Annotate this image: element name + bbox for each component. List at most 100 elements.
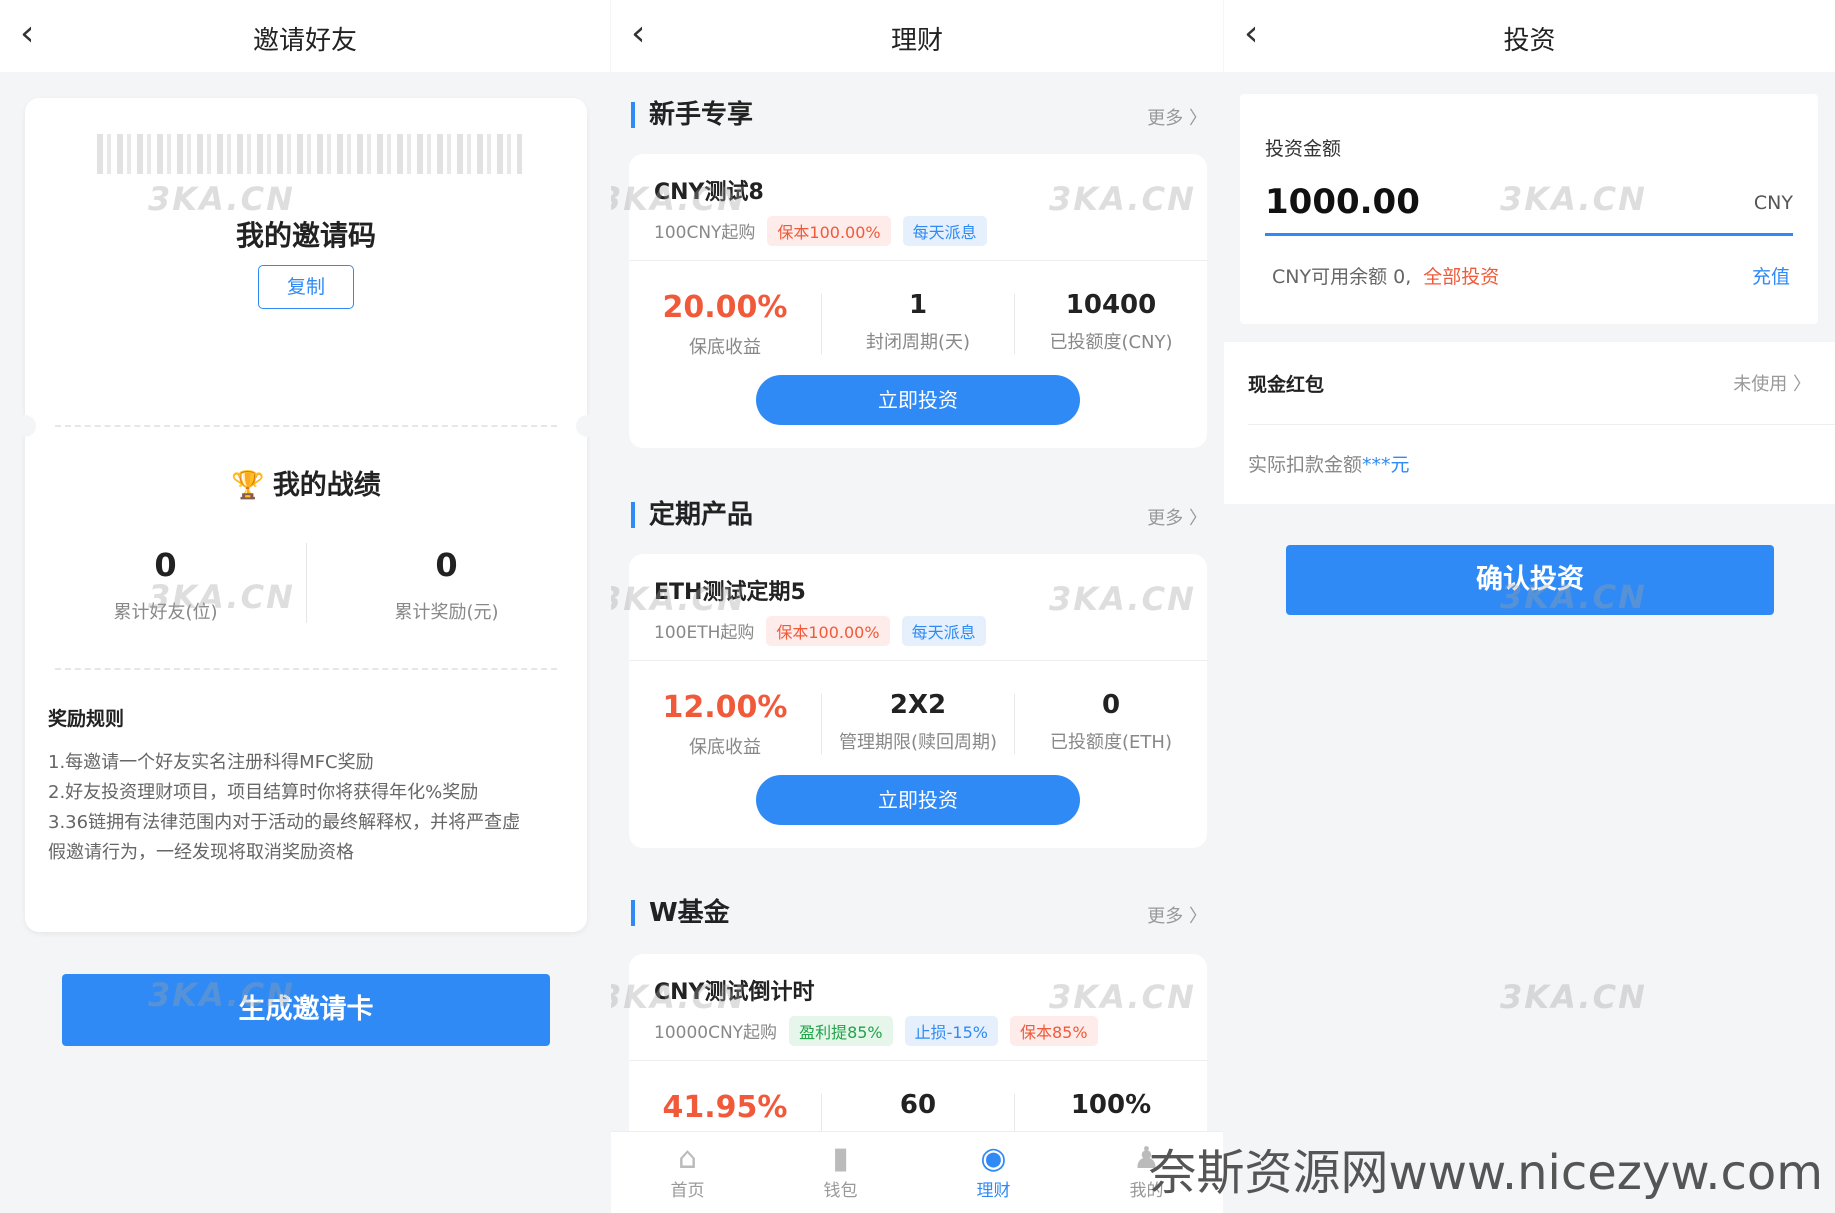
watermark: 3KA.CN (1500, 180, 1647, 218)
tag-badge: 保本100.00% (767, 216, 891, 246)
stat-label: 已投额度(CNY) (1049, 332, 1173, 353)
wallet-icon: ▮ (832, 1141, 849, 1176)
invite-card: 我的邀请码 复制 🏆 我的战绩 0 累计好友(位) 0 累计奖励(元) 奖励规则 … (14, 98, 598, 932)
rules-title: 奖励规则 (48, 708, 125, 730)
amount-label: 投资金额 (1265, 138, 1342, 160)
stat-label: 保底收益 (689, 737, 761, 758)
stat-value: 20.00% (662, 290, 788, 325)
watermark: 3KA.CN (611, 978, 746, 1016)
product-meta: 100CNY起购 保本100.00% 每天派息 (654, 216, 987, 246)
watermark: 3KA.CN (611, 580, 746, 618)
stat-value: 60 (899, 1090, 937, 1120)
finance-panel: ‹ 理财 新手专享 更多 〉 CNY测试8 100CNY起购 保本100.00% 每… (611, 0, 1223, 1213)
watermark: 3KA.CN (1049, 580, 1196, 618)
product-stat: 1 封闭周期(天) (822, 290, 1014, 354)
bottom-tab-bar: ⌂ 首页 ▮ 钱包 ◉ 理财 ♟ 我的 (611, 1131, 1223, 1213)
balance-row: CNY可用余额 0, 全部投资 (1272, 262, 1499, 289)
stat-label: 管理期限(赎回周期) (838, 732, 998, 753)
invite-panel: ‹ 邀请好友 我的邀请码 复制 🏆 我的战绩 0 累计好友(位) 0 累计奖励(元… (0, 0, 610, 1213)
product-meta: 10000CNY起购 盈利提85% 止损-15% 保本85% (654, 1016, 1098, 1046)
home-icon: ⌂ (677, 1141, 698, 1176)
card-notch-left (14, 415, 36, 437)
reward-label: 累计奖励(元) (394, 602, 499, 623)
tag-badge: 保本100.00% (766, 616, 890, 646)
invest-now-button[interactable]: 立即投资 (756, 775, 1080, 825)
tab-wallet[interactable]: ▮ 钱包 (764, 1141, 917, 1202)
product-min: 100CNY起购 (654, 223, 756, 243)
divider (55, 668, 557, 670)
stat-label: 封闭周期(天) (865, 332, 971, 353)
rule-item: 2.好友投资理财项目，项目结算时你将获得年化%奖励 (48, 782, 479, 803)
tag-badge: 保本85% (1009, 1016, 1098, 1046)
tag-badge: 每天派息 (901, 616, 986, 646)
product-stat: 2X2 管理期限(赎回周期) (822, 690, 1014, 754)
currency-label: CNY (1753, 192, 1793, 214)
stat-label: 保底收益 (689, 337, 761, 358)
rule-item: 1.每邀请一个好友实名注册科得MFC奖励 (48, 752, 374, 773)
section-title: 新手专享 (631, 102, 753, 128)
stat-value: 12.00% (662, 690, 788, 725)
watermark: 3KA.CN (1049, 180, 1196, 218)
performance-title: 🏆 我的战绩 (25, 463, 587, 502)
page-title: 投资 (1503, 26, 1556, 56)
tab-home[interactable]: ⌂ 首页 (611, 1141, 764, 1202)
more-link[interactable]: 更多 〉 (1147, 504, 1207, 530)
watermark: 3KA.CN (148, 976, 295, 1014)
stat-value: 10400 (1065, 290, 1157, 320)
product-stat: 0 已投额度(ETH) (1015, 690, 1207, 754)
divider (629, 1060, 1207, 1061)
watermark: 3KA.CN (1500, 578, 1647, 616)
rules-list: 1.每邀请一个好友实名注册科得MFC奖励 2.好友投资理财项目，项目结算时你将获… (48, 748, 568, 868)
product-min: 100ETH起购 (654, 623, 755, 643)
section-title: W基金 (631, 900, 730, 926)
tab-label: 钱包 (823, 1181, 858, 1201)
red-packet-selector[interactable]: 未使用 〉 (1733, 370, 1811, 396)
invest-all-link[interactable]: 全部投资 (1423, 266, 1499, 288)
recharge-link[interactable]: 充值 (1752, 262, 1790, 289)
stat-value: 2X2 (889, 690, 947, 720)
more-link[interactable]: 更多 〉 (1147, 104, 1207, 130)
divider (629, 660, 1207, 661)
product-stat: 41.95% (629, 1090, 821, 1125)
invest-header: ‹ 投资 (1224, 0, 1835, 72)
red-packet-card: 现金红包 未使用 〉 实际扣款金额***元 (1224, 342, 1835, 504)
page-title: 理财 (890, 26, 943, 56)
tab-finance[interactable]: ◉ 理财 (917, 1141, 1070, 1202)
amount-input[interactable]: 1000.00 (1265, 182, 1420, 222)
watermark: 3KA.CN (148, 180, 295, 218)
finance-icon: ◉ (980, 1141, 1007, 1176)
invest-now-button[interactable]: 立即投资 (756, 375, 1080, 425)
reward-count: 0 (435, 546, 458, 584)
reward-stat: 0 累计奖励(元) (306, 546, 587, 624)
rule-item: 3.36链拥有法律范围内对于活动的最终解释权，并将严查虚 (48, 812, 521, 833)
amount-underline (1265, 233, 1793, 236)
deduct-label: 实际扣款金额 (1248, 454, 1363, 476)
watermark: 3KA.CN (1049, 978, 1196, 1016)
performance-title-text: 我的战绩 (272, 470, 381, 501)
section-title: 定期产品 (631, 502, 753, 528)
watermark: 3KA.CN (148, 578, 295, 616)
copy-button[interactable]: 复制 (258, 265, 354, 309)
generate-invite-card-button[interactable]: 生成邀请卡 (62, 974, 550, 1046)
tag-badge: 盈利提85% (789, 1016, 893, 1046)
tag-badge: 止损-15% (904, 1016, 998, 1046)
product-min: 10000CNY起购 (654, 1023, 778, 1043)
product-stat: 20.00% 保底收益 (629, 290, 821, 359)
stat-value: 100% (1070, 1090, 1152, 1120)
card-notch-right (576, 415, 598, 437)
stat-value: 1 (908, 290, 928, 320)
trophy-icon: 🏆 (231, 470, 265, 501)
stat-value: 0 (1101, 690, 1121, 720)
invite-code-title: 我的邀请码 (235, 219, 376, 252)
stat-label: 已投额度(ETH) (1050, 732, 1172, 753)
site-watermark: 奈斯资源网www.nicezyw.com (1148, 1145, 1823, 1201)
invite-header: ‹ 邀请好友 (0, 0, 610, 72)
balance-text: CNY可用余额 0, (1272, 266, 1412, 288)
product-stat: 10400 已投额度(CNY) (1015, 290, 1207, 354)
invite-code-barcode (97, 134, 522, 174)
product-stat: 12.00% 保底收益 (629, 690, 821, 759)
divider (1248, 424, 1835, 425)
product-stat: 100% (1015, 1090, 1207, 1120)
invest-panel: ‹ 投资 投资金额 1000.00 CNY CNY可用余额 0, 全部投资 充值 … (1224, 0, 1835, 1213)
more-link[interactable]: 更多 〉 (1147, 902, 1207, 928)
